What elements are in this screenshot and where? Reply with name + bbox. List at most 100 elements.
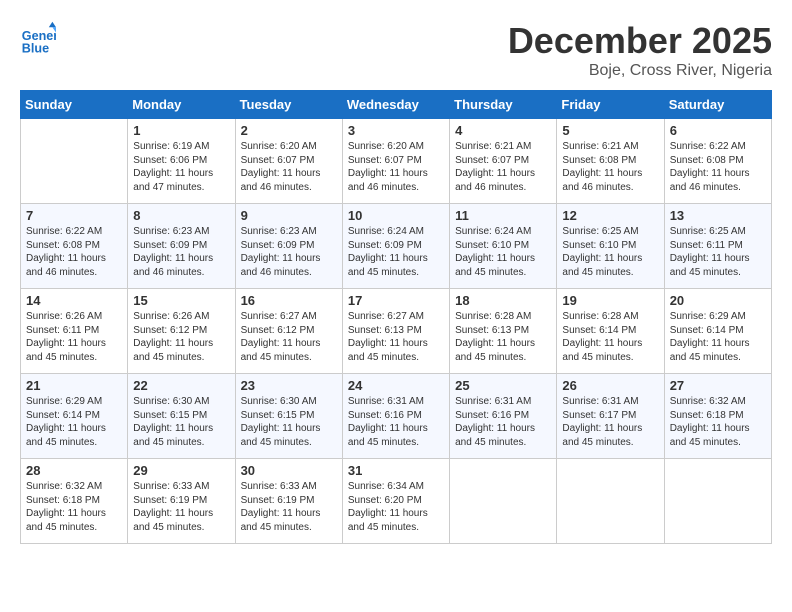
day-number: 22	[133, 378, 229, 393]
day-info: Sunrise: 6:30 AM Sunset: 6:15 PM Dayligh…	[241, 395, 337, 449]
weekday-header-wednesday: Wednesday	[342, 91, 449, 119]
calendar-cell: 13 Sunrise: 6:25 AM Sunset: 6:11 PM Dayli…	[664, 204, 771, 289]
day-info: Sunrise: 6:23 AM Sunset: 6:09 PM Dayligh…	[241, 225, 337, 279]
day-info: Sunrise: 6:26 AM Sunset: 6:11 PM Dayligh…	[26, 310, 122, 364]
week-row-4: 21 Sunrise: 6:29 AM Sunset: 6:14 PM Dayli…	[21, 374, 772, 459]
week-row-2: 7 Sunrise: 6:22 AM Sunset: 6:08 PM Daylig…	[21, 204, 772, 289]
day-number: 4	[455, 123, 551, 138]
day-info: Sunrise: 6:28 AM Sunset: 6:13 PM Dayligh…	[455, 310, 551, 364]
weekday-header-monday: Monday	[128, 91, 235, 119]
month-title: December 2025	[508, 20, 772, 62]
day-info: Sunrise: 6:22 AM Sunset: 6:08 PM Dayligh…	[670, 140, 766, 194]
logo-icon: General Blue	[20, 20, 56, 56]
day-info: Sunrise: 6:22 AM Sunset: 6:08 PM Dayligh…	[26, 225, 122, 279]
calendar-cell: 19 Sunrise: 6:28 AM Sunset: 6:14 PM Dayli…	[557, 289, 664, 374]
day-info: Sunrise: 6:27 AM Sunset: 6:13 PM Dayligh…	[348, 310, 444, 364]
day-number: 14	[26, 293, 122, 308]
day-info: Sunrise: 6:26 AM Sunset: 6:12 PM Dayligh…	[133, 310, 229, 364]
day-number: 13	[670, 208, 766, 223]
calendar-cell: 29 Sunrise: 6:33 AM Sunset: 6:19 PM Dayli…	[128, 459, 235, 544]
calendar-cell	[21, 119, 128, 204]
week-row-5: 28 Sunrise: 6:32 AM Sunset: 6:18 PM Dayli…	[21, 459, 772, 544]
day-info: Sunrise: 6:19 AM Sunset: 6:06 PM Dayligh…	[133, 140, 229, 194]
day-number: 6	[670, 123, 766, 138]
calendar-cell: 23 Sunrise: 6:30 AM Sunset: 6:15 PM Dayli…	[235, 374, 342, 459]
day-number: 24	[348, 378, 444, 393]
day-info: Sunrise: 6:31 AM Sunset: 6:16 PM Dayligh…	[455, 395, 551, 449]
calendar-cell: 2 Sunrise: 6:20 AM Sunset: 6:07 PM Daylig…	[235, 119, 342, 204]
day-number: 5	[562, 123, 658, 138]
day-info: Sunrise: 6:20 AM Sunset: 6:07 PM Dayligh…	[348, 140, 444, 194]
calendar-cell: 9 Sunrise: 6:23 AM Sunset: 6:09 PM Daylig…	[235, 204, 342, 289]
calendar-cell: 25 Sunrise: 6:31 AM Sunset: 6:16 PM Dayli…	[450, 374, 557, 459]
calendar-cell: 11Sunrise: 6:24 AM Sunset: 6:10 PM Dayli…	[450, 204, 557, 289]
day-number: 9	[241, 208, 337, 223]
day-info: Sunrise: 6:24 AM Sunset: 6:09 PM Dayligh…	[348, 225, 444, 279]
calendar-cell: 21 Sunrise: 6:29 AM Sunset: 6:14 PM Dayli…	[21, 374, 128, 459]
calendar-cell: 14 Sunrise: 6:26 AM Sunset: 6:11 PM Dayli…	[21, 289, 128, 374]
week-row-1: 1 Sunrise: 6:19 AM Sunset: 6:06 PM Daylig…	[21, 119, 772, 204]
weekday-header-sunday: Sunday	[21, 91, 128, 119]
svg-text:Blue: Blue	[22, 41, 49, 55]
day-number: 21	[26, 378, 122, 393]
day-number: 7	[26, 208, 122, 223]
day-info: Sunrise: 6:24 AM Sunset: 6:10 PM Dayligh…	[455, 225, 551, 279]
calendar-cell: 3 Sunrise: 6:20 AM Sunset: 6:07 PM Daylig…	[342, 119, 449, 204]
calendar-cell: 10 Sunrise: 6:24 AM Sunset: 6:09 PM Dayli…	[342, 204, 449, 289]
day-info: Sunrise: 6:21 AM Sunset: 6:08 PM Dayligh…	[562, 140, 658, 194]
day-info: Sunrise: 6:27 AM Sunset: 6:12 PM Dayligh…	[241, 310, 337, 364]
calendar-cell: 7 Sunrise: 6:22 AM Sunset: 6:08 PM Daylig…	[21, 204, 128, 289]
day-info: Sunrise: 6:29 AM Sunset: 6:14 PM Dayligh…	[670, 310, 766, 364]
day-number: 10	[348, 208, 444, 223]
day-number: 15	[133, 293, 229, 308]
calendar-cell: 24 Sunrise: 6:31 AM Sunset: 6:16 PM Dayli…	[342, 374, 449, 459]
day-info: Sunrise: 6:33 AM Sunset: 6:19 PM Dayligh…	[241, 480, 337, 534]
calendar-cell: 22 Sunrise: 6:30 AM Sunset: 6:15 PM Dayli…	[128, 374, 235, 459]
day-info: Sunrise: 6:20 AM Sunset: 6:07 PM Dayligh…	[241, 140, 337, 194]
day-info: Sunrise: 6:32 AM Sunset: 6:18 PM Dayligh…	[26, 480, 122, 534]
day-info: Sunrise: 6:31 AM Sunset: 6:16 PM Dayligh…	[348, 395, 444, 449]
day-number: 27	[670, 378, 766, 393]
day-info: Sunrise: 6:30 AM Sunset: 6:15 PM Dayligh…	[133, 395, 229, 449]
day-number: 3	[348, 123, 444, 138]
calendar-cell	[450, 459, 557, 544]
day-number: 20	[670, 293, 766, 308]
day-number: 29	[133, 463, 229, 478]
calendar-cell: 8Sunrise: 6:23 AM Sunset: 6:09 PM Daylig…	[128, 204, 235, 289]
day-number: 25	[455, 378, 551, 393]
calendar-cell: 20 Sunrise: 6:29 AM Sunset: 6:14 PM Dayli…	[664, 289, 771, 374]
day-info: Sunrise: 6:23 AM Sunset: 6:09 PM Dayligh…	[133, 225, 229, 279]
calendar-cell: 5 Sunrise: 6:21 AM Sunset: 6:08 PM Daylig…	[557, 119, 664, 204]
day-number: 16	[241, 293, 337, 308]
day-info: Sunrise: 6:25 AM Sunset: 6:11 PM Dayligh…	[670, 225, 766, 279]
weekday-header-row: SundayMondayTuesdayWednesdayThursdayFrid…	[21, 91, 772, 119]
calendar-cell: 12Sunrise: 6:25 AM Sunset: 6:10 PM Dayli…	[557, 204, 664, 289]
day-info: Sunrise: 6:25 AM Sunset: 6:10 PM Dayligh…	[562, 225, 658, 279]
calendar-cell: 4 Sunrise: 6:21 AM Sunset: 6:07 PM Daylig…	[450, 119, 557, 204]
calendar-cell: 15 Sunrise: 6:26 AM Sunset: 6:12 PM Dayli…	[128, 289, 235, 374]
day-info: Sunrise: 6:29 AM Sunset: 6:14 PM Dayligh…	[26, 395, 122, 449]
weekday-header-tuesday: Tuesday	[235, 91, 342, 119]
weekday-header-thursday: Thursday	[450, 91, 557, 119]
calendar-cell: 30 Sunrise: 6:33 AM Sunset: 6:19 PM Dayli…	[235, 459, 342, 544]
day-info: Sunrise: 6:33 AM Sunset: 6:19 PM Dayligh…	[133, 480, 229, 534]
location: Boje, Cross River, Nigeria	[508, 62, 772, 80]
calendar-cell: 16 Sunrise: 6:27 AM Sunset: 6:12 PM Dayli…	[235, 289, 342, 374]
day-number: 26	[562, 378, 658, 393]
calendar-cell: 6 Sunrise: 6:22 AM Sunset: 6:08 PM Daylig…	[664, 119, 771, 204]
day-number: 19	[562, 293, 658, 308]
day-number: 17	[348, 293, 444, 308]
day-number: 2	[241, 123, 337, 138]
calendar-cell: 17 Sunrise: 6:27 AM Sunset: 6:13 PM Dayli…	[342, 289, 449, 374]
page-header: General Blue December 2025 Boje, Cross R…	[20, 20, 772, 80]
calendar-cell	[664, 459, 771, 544]
day-number: 28	[26, 463, 122, 478]
day-number: 1	[133, 123, 229, 138]
day-number: 30	[241, 463, 337, 478]
day-number: 23	[241, 378, 337, 393]
day-info: Sunrise: 6:31 AM Sunset: 6:17 PM Dayligh…	[562, 395, 658, 449]
calendar-cell: 1 Sunrise: 6:19 AM Sunset: 6:06 PM Daylig…	[128, 119, 235, 204]
day-info: Sunrise: 6:28 AM Sunset: 6:14 PM Dayligh…	[562, 310, 658, 364]
calendar-cell: 31Sunrise: 6:34 AM Sunset: 6:20 PM Dayli…	[342, 459, 449, 544]
day-info: Sunrise: 6:21 AM Sunset: 6:07 PM Dayligh…	[455, 140, 551, 194]
